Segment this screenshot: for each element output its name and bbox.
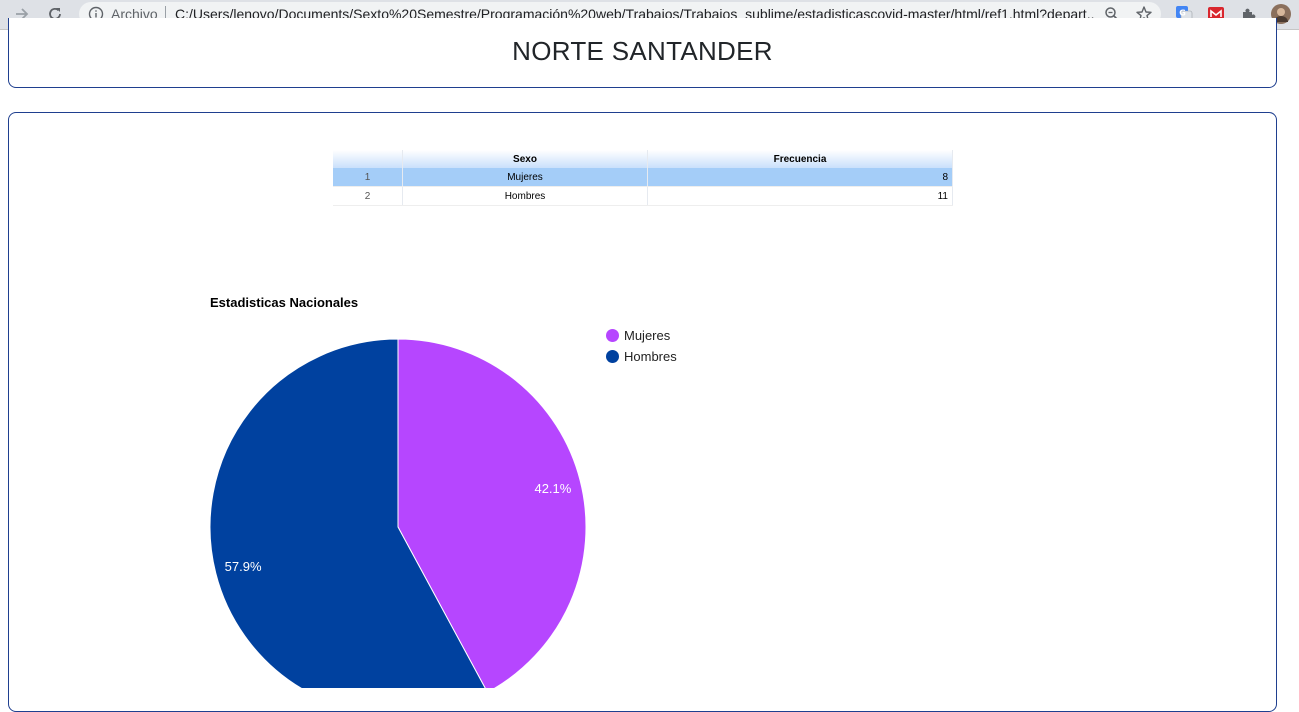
legend-label: Hombres: [624, 349, 677, 364]
legend-swatch: [606, 329, 619, 342]
legend-swatch: [606, 350, 619, 363]
pie-slice-label: 42.1%: [534, 481, 571, 496]
pie-chart: 42.1% 57.9%: [209, 338, 587, 688]
pie-slices-group: [209, 338, 587, 688]
legend-label: Mujeres: [624, 328, 671, 343]
pie-slice-label: 57.9%: [225, 559, 262, 574]
